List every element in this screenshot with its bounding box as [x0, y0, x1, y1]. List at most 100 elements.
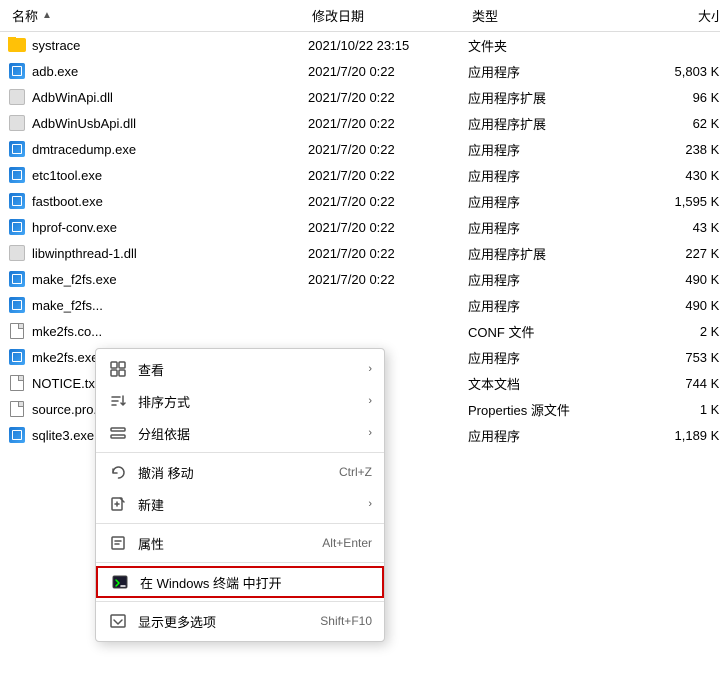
file-type-cell: CONF 文件	[468, 322, 628, 341]
table-row[interactable]: etc1tool.exe 2021/7/20 0:22 应用程序 430 KB	[0, 162, 720, 188]
file-date-cell: 2021/7/20 0:22	[308, 220, 468, 235]
file-type-cell: 应用程序	[468, 218, 628, 237]
file-name-cell: AdbWinApi.dll	[8, 89, 308, 105]
header-date[interactable]: 修改日期	[308, 2, 468, 29]
menu-item-shortcut: Shift+F10	[320, 614, 372, 628]
table-row[interactable]: dmtracedump.exe 2021/7/20 0:22 应用程序 238 …	[0, 136, 720, 162]
file-date-cell: 2021/7/20 0:22	[308, 194, 468, 209]
file-name-text: AdbWinUsbApi.dll	[32, 116, 136, 131]
exe-icon	[9, 167, 25, 183]
file-size-cell: 490 KB	[628, 298, 720, 313]
file-size-cell: 1 KB	[628, 402, 720, 417]
file-size-cell: 430 KB	[628, 168, 720, 183]
table-row[interactable]: make_f2fs... 应用程序 490 KB	[0, 292, 720, 318]
table-row[interactable]: hprof-conv.exe 2021/7/20 0:22 应用程序 43 KB	[0, 214, 720, 240]
header-size[interactable]: 大小	[628, 2, 720, 29]
file-name-text: libwinpthread-1.dll	[32, 246, 137, 261]
file-type-cell: 文本文档	[468, 374, 628, 393]
grid-icon	[108, 359, 128, 379]
table-row[interactable]: mke2fs.co... CONF 文件 2 KB	[0, 318, 720, 344]
file-size-cell: 227 KB	[628, 246, 720, 261]
dll-icon	[9, 245, 25, 261]
menu-item-new[interactable]: 新建 ›	[96, 488, 384, 520]
exe-icon	[9, 141, 25, 157]
file-size-cell: 490 KB	[628, 272, 720, 287]
file-name-cell: adb.exe	[8, 63, 308, 79]
menu-item-terminal[interactable]: 在 Windows 终端 中打开	[96, 566, 384, 598]
folder-icon	[8, 38, 26, 52]
table-row[interactable]: adb.exe 2021/7/20 0:22 应用程序 5,803 KB	[0, 58, 720, 84]
file-name-text: dmtracedump.exe	[32, 142, 136, 157]
menu-item-shortcut: Alt+Enter	[322, 536, 372, 550]
file-type-cell: 应用程序	[468, 426, 628, 445]
menu-divider	[96, 452, 384, 453]
menu-item-label: 属性	[138, 534, 314, 553]
table-row[interactable]: libwinpthread-1.dll 2021/7/20 0:22 应用程序扩…	[0, 240, 720, 266]
file-type-cell: 应用程序	[468, 192, 628, 211]
menu-item-label: 在 Windows 终端 中打开	[140, 573, 370, 592]
menu-item-props[interactable]: 属性 Alt+Enter	[96, 527, 384, 559]
file-icon	[10, 401, 24, 417]
menu-item-label: 新建	[138, 495, 364, 514]
file-type-cell: 应用程序	[468, 348, 628, 367]
menu-item-label: 查看	[138, 360, 364, 379]
file-size-cell: 753 KB	[628, 350, 720, 365]
menu-divider	[96, 523, 384, 524]
new-icon	[108, 494, 128, 514]
header-name[interactable]: 名称 ▲	[8, 2, 308, 29]
file-name-cell: libwinpthread-1.dll	[8, 245, 308, 261]
context-menu: 查看 › 排序方式 › 分组依据 › 撤消 移动 Ctrl+Z 新建 › 属性 …	[95, 348, 385, 642]
file-name-text: mke2fs.co...	[32, 324, 102, 339]
menu-item-view[interactable]: 查看 ›	[96, 353, 384, 385]
table-row[interactable]: AdbWinApi.dll 2021/7/20 0:22 应用程序扩展 96 K…	[0, 84, 720, 110]
file-icon-wrapper	[8, 193, 26, 209]
menu-item-group[interactable]: 分组依据 ›	[96, 417, 384, 449]
col-size-label: 大小	[698, 6, 720, 25]
table-row[interactable]: make_f2fs.exe 2021/7/20 0:22 应用程序 490 KB	[0, 266, 720, 292]
more-icon	[108, 611, 128, 631]
exe-icon	[9, 219, 25, 235]
file-type-cell: 应用程序	[468, 296, 628, 315]
file-icon-wrapper	[8, 89, 26, 105]
file-name-text: AdbWinApi.dll	[32, 90, 113, 105]
file-name-cell: make_f2fs.exe	[8, 271, 308, 287]
terminal-icon	[110, 572, 130, 592]
header-type[interactable]: 类型	[468, 2, 628, 29]
dll-icon	[9, 115, 25, 131]
file-name-cell: AdbWinUsbApi.dll	[8, 115, 308, 131]
table-row[interactable]: systrace 2021/10/22 23:15 文件夹	[0, 32, 720, 58]
file-name-text: fastboot.exe	[32, 194, 103, 209]
file-date-cell: 2021/7/20 0:22	[308, 168, 468, 183]
file-name-text: etc1tool.exe	[32, 168, 102, 183]
file-icon-wrapper	[8, 375, 26, 391]
exe-icon	[9, 193, 25, 209]
file-size-cell: 744 KB	[628, 376, 720, 391]
file-date-cell: 2021/7/20 0:22	[308, 272, 468, 287]
file-icon-wrapper	[8, 219, 26, 235]
file-name-text: source.pro...	[32, 402, 104, 417]
menu-item-more[interactable]: 显示更多选项 Shift+F10	[96, 605, 384, 637]
file-size-cell: 96 KB	[628, 90, 720, 105]
menu-item-label: 显示更多选项	[138, 612, 312, 631]
table-row[interactable]: AdbWinUsbApi.dll 2021/7/20 0:22 应用程序扩展 6…	[0, 110, 720, 136]
exe-icon	[9, 297, 25, 313]
file-name-text: make_f2fs.exe	[32, 272, 117, 287]
file-type-cell: 应用程序	[468, 62, 628, 81]
menu-item-arrow: ›	[368, 498, 372, 510]
table-row[interactable]: fastboot.exe 2021/7/20 0:22 应用程序 1,595 K…	[0, 188, 720, 214]
file-type-cell: 应用程序	[468, 166, 628, 185]
file-name-cell: hprof-conv.exe	[8, 219, 308, 235]
group-icon	[108, 423, 128, 443]
file-icon-wrapper	[8, 427, 26, 443]
file-name-text: adb.exe	[32, 64, 78, 79]
file-name-text: hprof-conv.exe	[32, 220, 117, 235]
menu-item-arrow: ›	[368, 427, 372, 439]
file-list-header: 名称 ▲ 修改日期 类型 大小	[0, 0, 720, 32]
menu-item-undo[interactable]: 撤消 移动 Ctrl+Z	[96, 456, 384, 488]
file-name-cell: fastboot.exe	[8, 193, 308, 209]
file-icon-wrapper	[8, 245, 26, 261]
menu-item-sort[interactable]: 排序方式 ›	[96, 385, 384, 417]
file-date-cell: 2021/7/20 0:22	[308, 64, 468, 79]
exe-icon	[9, 427, 25, 443]
file-size-cell: 62 KB	[628, 116, 720, 131]
